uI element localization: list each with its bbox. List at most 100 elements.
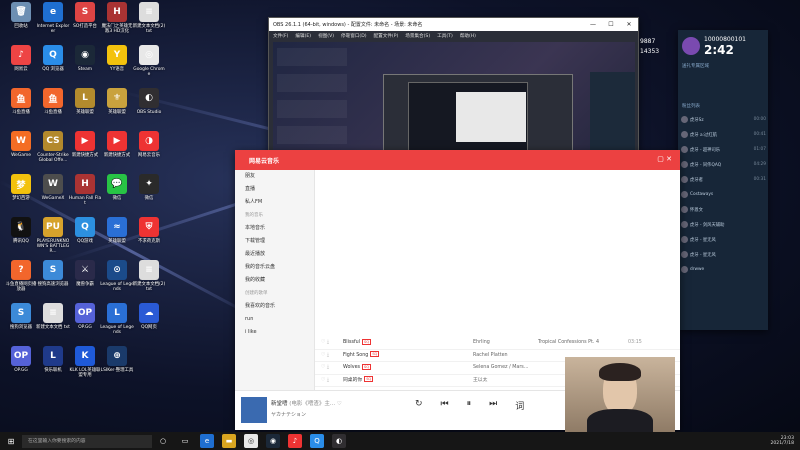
steam-icon[interactable]: ◉ [266, 434, 280, 448]
desktop-icon[interactable]: L League of Legends [100, 303, 134, 335]
stream-panel[interactable]: 10000800101 2:42 送礼专属区域 粉丝列表 虎牙Sz 00:00 虎牙… [678, 30, 768, 330]
sidebar-item[interactable]: 私人FM [235, 196, 314, 209]
chat-item[interactable]: 怀恩文 [678, 202, 768, 217]
desktop-icon[interactable]: W WeGame [4, 131, 38, 158]
qq-icon[interactable]: Q [310, 434, 324, 448]
desktop-icon[interactable]: Y YY语音 [100, 45, 134, 72]
chat-item[interactable]: 虎牙 - 同伟QAQ 04:29 [678, 157, 768, 172]
sidebar-item[interactable]: 最近播放 [235, 248, 314, 261]
track-row[interactable]: ♡ ⤓ Blissful SQ Ehrling Tropical Confessions… [315, 337, 680, 350]
desktop-icon[interactable]: 🗑 回收站 [4, 2, 38, 29]
desktop-icon[interactable]: 梦梦幻西游 [4, 174, 38, 201]
menu-item[interactable]: 场景集合(S) [405, 33, 430, 39]
desktop-icon[interactable]: CS Counter-Strike Global Offe... [36, 131, 70, 163]
sidebar-item[interactable]: 我喜欢的音乐 [235, 300, 314, 313]
chat-item[interactable]: 虎牙 - 星无风 [678, 247, 768, 262]
desktop-icon[interactable]: ◑ 网易云音乐 [132, 131, 166, 158]
sidebar-item[interactable]: 我的音乐云盘 [235, 261, 314, 274]
sidebar-item[interactable]: 下载管理 [235, 235, 314, 248]
desktop-icon[interactable]: W WeGameX [36, 174, 70, 201]
desktop-icon[interactable]: ⚜ 英雄联盟 [100, 88, 134, 115]
track-actions[interactable]: ♡ ⤓ [315, 375, 343, 387]
desktop-icon[interactable]: 鱼斗鱼直播 [36, 88, 70, 115]
minimize-button[interactable]: — [584, 21, 602, 28]
close-button[interactable]: ✕ [620, 21, 638, 28]
desktop-icon[interactable]: e Internet Explorer [36, 2, 70, 34]
like-icon[interactable]: ♡ [337, 401, 342, 407]
desktop-icon[interactable]: Q QQ游戏 [68, 217, 102, 244]
sidebar-item[interactable]: run [235, 313, 314, 326]
sidebar-item[interactable]: 本地音乐 [235, 222, 314, 235]
desktop-icon[interactable]: S 搜狗浏览器 [4, 303, 38, 330]
clock-date[interactable]: 2021/7/18 [770, 441, 794, 446]
desktop-icon[interactable]: ▶ 新建快捷方式 [100, 131, 134, 158]
desktop-icon[interactable]: PU PLAYERUNKNOWN'S BATTLEGR... [36, 217, 70, 254]
desktop-icon[interactable]: ? 斗鱼直播网页播放器 [4, 260, 38, 292]
track-actions[interactable]: ♡ ⤓ [315, 362, 343, 374]
previous-icon[interactable]: ⏮ [441, 399, 449, 412]
desktop-icon[interactable]: S 搜狗高速浏览器 [36, 260, 70, 287]
sidebar-item[interactable]: 朋友 [235, 170, 314, 183]
desktop-icon[interactable]: ≡ 新建文本文档(2) txt [132, 260, 166, 292]
desktop-icon[interactable]: ≡ 新建文本文档 txt [36, 303, 70, 330]
chat-item[interactable]: 虎牙者 00:31 [678, 172, 768, 187]
desktop-icon[interactable]: L 英雄联盟 [68, 88, 102, 115]
taskview-icon[interactable]: ▭ [178, 434, 192, 448]
obs-icon[interactable]: ◐ [332, 434, 346, 448]
desktop-icon[interactable]: K KLK LOL英雄联盟专用 [68, 346, 102, 378]
obs-titlebar[interactable]: OBS 26.1.1 (64-bit, windows) - 配置文件: 未命名… [269, 18, 638, 31]
track-actions[interactable]: ♡ ⤓ [315, 350, 343, 362]
repeat-icon[interactable]: ↻ [415, 399, 423, 412]
track-actions[interactable]: ♡ ⤓ [315, 337, 343, 349]
desktop-icon[interactable]: L 快乐联机 [36, 346, 70, 373]
start-icon[interactable]: ⊞ [4, 434, 18, 448]
lyrics-icon[interactable]: 词 [515, 399, 524, 412]
menu-item[interactable]: 配置文件(P) [374, 33, 399, 39]
desktop-icon[interactable]: ≡ 新建文本文档(2) txt [132, 2, 166, 34]
chat-item[interactable]: 虎牙 a:过红航 00:41 [678, 127, 768, 142]
desktop-icon[interactable]: ♪ 网易云 [4, 45, 38, 72]
desktop-icon[interactable]: S SO打造平台 [68, 2, 102, 29]
desktop-icon[interactable]: OP OP.GG [68, 303, 102, 330]
menu-item[interactable]: 编辑(E) [295, 33, 311, 39]
desktop-icon[interactable]: ◐ OBS Studio [132, 88, 166, 115]
music-close-button[interactable]: ▢ ✕ [657, 155, 672, 163]
chat-item[interactable]: drwwe [678, 262, 768, 277]
next-icon[interactable]: ⏭ [489, 399, 497, 412]
chat-item[interactable]: 虎牙 - 超神司乐 01:07 [678, 142, 768, 157]
desktop-icon[interactable]: OP OP.GG [4, 346, 38, 373]
menu-item[interactable]: 停靠窗口(D) [341, 33, 367, 39]
desktop-icon[interactable]: 💬 微信 [100, 174, 134, 201]
desktop-icon[interactable]: ▶ 新建快捷方式 [68, 131, 102, 158]
desktop-icon[interactable]: ☁ QQ网页 [132, 303, 166, 330]
desktop-icon[interactable]: ⚔ 魔兽争霸 [68, 260, 102, 287]
menu-item[interactable]: 文件(F) [273, 33, 288, 39]
chat-item[interactable]: 虎牙 - 剑风天辅助 [678, 217, 768, 232]
desktop-icon[interactable]: ✦ 微信 [132, 174, 166, 201]
menu-item[interactable]: 工具(T) [437, 33, 453, 39]
sidebar-item[interactable]: i like [235, 326, 314, 339]
chrome-icon[interactable]: ◎ [244, 434, 258, 448]
chat-item[interactable]: Costaways [678, 187, 768, 202]
menu-item[interactable]: 视图(V) [318, 33, 334, 39]
desktop-icon[interactable]: Q QQ 浏览器 [36, 45, 70, 72]
desktop-icon[interactable]: ≈ 英雄联盟 [100, 217, 134, 244]
desktop-icon[interactable]: ⊕ LSIKer·整理工具 [100, 346, 134, 373]
edge-icon[interactable]: e [200, 434, 214, 448]
desktop-icon[interactable]: ◎ Google Chrome [132, 45, 166, 77]
pause-icon[interactable]: ⏸ [467, 399, 472, 412]
desktop-icon[interactable]: ◉ Steam [68, 45, 102, 72]
explorer-icon[interactable]: ▬ [222, 434, 236, 448]
chat-item[interactable]: 虎牙Sz 00:00 [678, 112, 768, 127]
cortana-icon[interactable]: ○ [156, 434, 170, 448]
desktop-icon[interactable]: 🐧 腾讯QQ [4, 217, 38, 244]
sidebar-item[interactable]: 直播 [235, 183, 314, 196]
desktop-icon[interactable]: 鱼斗鱼直播 [4, 88, 38, 115]
chat-item[interactable]: 虎牙 - 星无风 [678, 232, 768, 247]
menu-item[interactable]: 帮助(H) [460, 33, 476, 39]
desktop-icon[interactable]: ⊙ League of Legends [100, 260, 134, 292]
desktop-icon[interactable]: H 魔法门之英雄无敌3 HD汉化 [100, 2, 134, 34]
desktop-icon[interactable]: H Human Fall Flat [68, 174, 102, 206]
netease-music-icon[interactable]: ♪ [288, 434, 302, 448]
taskbar-search[interactable]: 在这里输入你要搜索的内容 [22, 434, 152, 448]
